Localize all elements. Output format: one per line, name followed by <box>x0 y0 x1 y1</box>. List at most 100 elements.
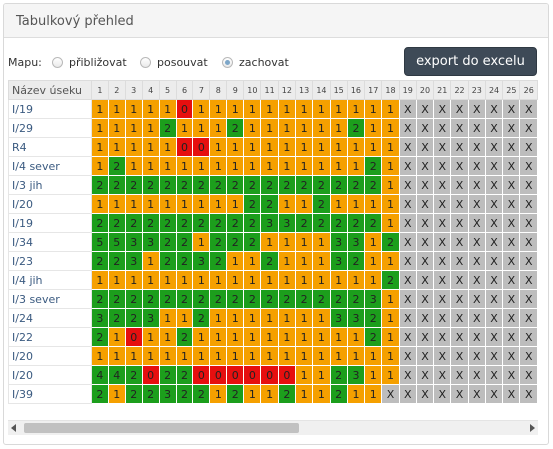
radio-keep-circle[interactable] <box>222 57 233 68</box>
status-cell: 1 <box>260 384 279 404</box>
status-cell: 1 <box>124 194 143 214</box>
status-cell: 1 <box>295 327 314 347</box>
section-name[interactable]: I/3 sever <box>8 289 92 309</box>
status-cell: 2 <box>175 289 194 309</box>
section-name[interactable]: I/4 sever <box>8 156 92 176</box>
status-cell: 2 <box>381 232 400 252</box>
column-header: 5 <box>158 80 177 100</box>
status-cell: 3 <box>90 308 109 328</box>
status-cell: X <box>433 384 452 404</box>
section-name[interactable]: I/20 <box>8 194 92 214</box>
status-cell: 1 <box>381 365 400 385</box>
horizontal-scrollbar[interactable] <box>8 420 538 435</box>
status-cell: X <box>519 137 538 157</box>
status-cell: 1 <box>192 156 211 176</box>
section-name[interactable]: I/19 <box>8 99 92 119</box>
status-cell: 1 <box>107 384 126 404</box>
section-name[interactable]: I/3 jih <box>8 175 92 195</box>
status-cell: X <box>502 384 521 404</box>
status-cell: 1 <box>329 194 348 214</box>
status-cell: X <box>433 289 452 309</box>
radio-zoom[interactable]: přibližovat <box>52 56 127 69</box>
section-name[interactable]: I/39 <box>8 384 92 404</box>
status-cell: X <box>398 346 417 366</box>
status-cell: 2 <box>346 175 366 195</box>
section-name[interactable]: I/23 <box>8 251 92 271</box>
status-cell: 1 <box>346 137 366 157</box>
column-header: 25 <box>502 80 521 100</box>
section-name[interactable]: I/24 <box>8 308 92 328</box>
status-cell: X <box>433 270 452 290</box>
status-cell: 2 <box>124 289 143 309</box>
status-cell: 2 <box>209 232 228 252</box>
section-name[interactable]: R4 <box>8 137 92 157</box>
column-header: 22 <box>450 80 469 100</box>
status-cell: X <box>433 137 452 157</box>
section-name[interactable]: I/22 <box>8 327 92 347</box>
scroll-left-icon[interactable] <box>11 424 16 432</box>
section-name[interactable]: I/20 <box>8 346 92 366</box>
status-cell: 2 <box>124 384 143 404</box>
status-cell: 0 <box>243 365 262 385</box>
scrollbar-thumb[interactable] <box>24 423 299 433</box>
status-cell: 2 <box>295 213 314 233</box>
section-name[interactable]: I/19 <box>8 213 92 233</box>
section-name[interactable]: I/29 <box>8 118 92 138</box>
status-cell: 1 <box>158 270 177 290</box>
status-cell: 2 <box>175 327 194 347</box>
column-header: 4 <box>141 80 160 100</box>
status-cell: 2 <box>295 175 314 195</box>
status-cell: X <box>415 308 435 328</box>
status-cell: 1 <box>107 194 126 214</box>
column-header: 11 <box>260 80 279 100</box>
radio-keep[interactable]: zachovat <box>222 56 289 69</box>
status-cell: X <box>484 384 504 404</box>
status-cell: 1 <box>124 156 143 176</box>
status-cell: 1 <box>141 118 160 138</box>
status-cell: 1 <box>175 308 194 328</box>
status-cell: 2 <box>107 289 126 309</box>
radio-pan[interactable]: posouvat <box>140 56 208 69</box>
status-cell: X <box>502 175 521 195</box>
radio-pan-circle[interactable] <box>140 57 151 68</box>
status-cell: 1 <box>226 308 245 328</box>
status-cell: 1 <box>277 232 297 252</box>
status-cell: 2 <box>209 213 228 233</box>
scroll-right-icon[interactable] <box>530 424 535 432</box>
status-cell: 2 <box>141 289 160 309</box>
status-cell: 0 <box>209 365 228 385</box>
export-excel-button[interactable]: export do excelu <box>404 47 537 76</box>
status-cell: X <box>502 213 521 233</box>
status-cell: 1 <box>277 194 297 214</box>
table-row: I/3 jih 2 2 2 2 2 2 2 2 2 2 2 2 2 2 2 2 2 1 X X X X X X X X <box>8 175 538 195</box>
status-cell: 1 <box>243 327 262 347</box>
status-cell: X <box>415 232 435 252</box>
status-cell: 1 <box>312 99 331 119</box>
status-cell: 2 <box>209 175 228 195</box>
status-cell: 2 <box>124 213 143 233</box>
section-name[interactable]: I/4 jih <box>8 270 92 290</box>
map-mode-label: Mapu: <box>8 56 42 69</box>
status-cell: 3 <box>364 289 383 309</box>
status-cell: 1 <box>329 99 348 119</box>
status-cell: X <box>433 365 452 385</box>
status-cell: 1 <box>364 270 383 290</box>
status-cell: X <box>415 251 435 271</box>
status-cell: 3 <box>329 251 348 271</box>
status-cell: 2 <box>364 327 383 347</box>
status-cell: 2 <box>381 270 400 290</box>
status-cell: 1 <box>295 118 314 138</box>
radio-zoom-circle[interactable] <box>52 57 63 68</box>
status-cell: 1 <box>260 346 279 366</box>
status-cell: 0 <box>175 137 194 157</box>
section-name[interactable]: I/20 <box>8 365 92 385</box>
status-cell: X <box>467 346 486 366</box>
status-cell: 2 <box>107 175 126 195</box>
table-row: I/22 2 1 0 1 1 2 1 1 1 1 1 1 1 1 1 1 2 1 X X X X X X X X <box>8 327 538 347</box>
section-name[interactable]: I/34 <box>8 232 92 252</box>
column-header: 17 <box>364 80 383 100</box>
status-cell: 1 <box>226 194 245 214</box>
status-cell: 2 <box>364 175 383 195</box>
radio-pan-label: posouvat <box>157 56 208 69</box>
status-cell: X <box>450 118 469 138</box>
